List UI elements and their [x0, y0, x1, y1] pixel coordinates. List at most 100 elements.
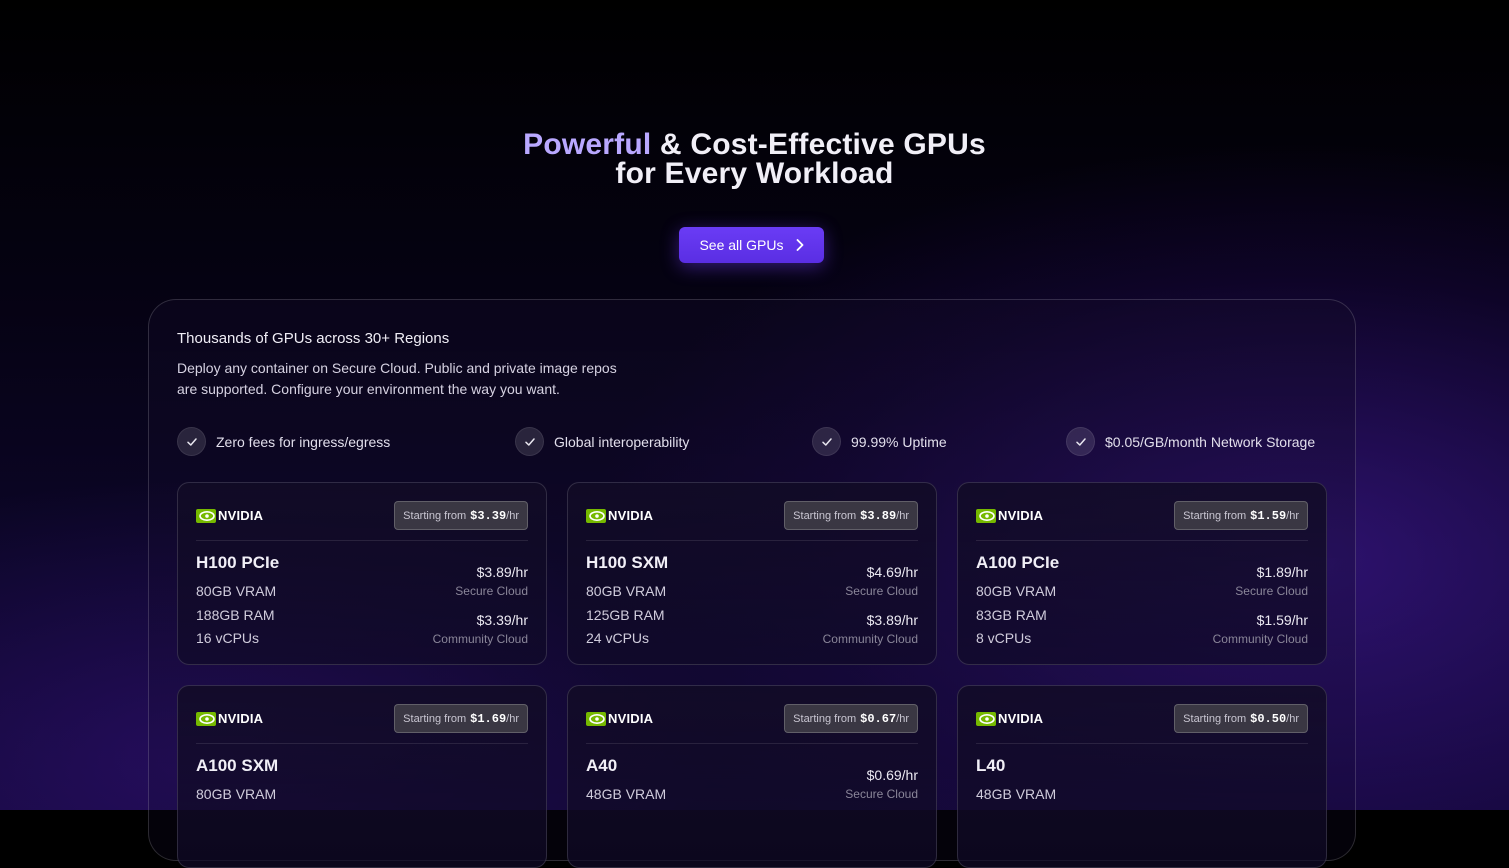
secure-cloud-price: $4.69/hr — [866, 564, 918, 580]
starting-price-badge: Starting from $1.59/hr — [1174, 501, 1308, 530]
gpu-panel: Thousands of GPUs across 30+ Regions Dep… — [148, 299, 1356, 868]
starting-price: $0.50 — [1250, 711, 1287, 726]
gpu-vcpus: 8 vCPUs — [976, 630, 1032, 646]
nvidia-logo: NVIDIA — [976, 711, 1043, 726]
card-divider — [976, 743, 1308, 744]
gpu-vram: 80GB VRAM — [976, 583, 1057, 599]
feature-item: 99.99% Uptime — [812, 427, 947, 456]
gpu-name: A100 PCIe — [976, 553, 1060, 572]
feature-label: $0.05/GB/month Network Storage — [1105, 433, 1316, 450]
nvidia-wordmark: NVIDIA — [998, 711, 1044, 726]
nvidia-wordmark: NVIDIA — [218, 711, 264, 726]
community-cloud-label: Community Cloud — [1212, 632, 1308, 646]
starting-price: $1.69 — [470, 711, 507, 726]
feature-label: Zero fees for ingress/egress — [216, 433, 391, 450]
community-cloud-label: Community Cloud — [432, 632, 528, 646]
starting-price-badge: Starting from $3.39/hr — [394, 501, 528, 530]
gpu-vcpus: 16 vCPUs — [196, 630, 260, 646]
gpu-card-a40[interactable]: NVIDIA Starting from $0.67/hr A40 48GB V… — [567, 685, 937, 868]
nvidia-eye-icon — [586, 508, 606, 523]
gpu-card-a100-pcie[interactable]: NVIDIA Starting from $1.59/hr A100 PCIe … — [957, 482, 1327, 665]
nvidia-logo: NVIDIA — [586, 711, 653, 726]
check-icon — [812, 427, 841, 456]
starting-price: $0.67 — [860, 711, 897, 726]
gpu-name: H100 PCIe — [196, 553, 280, 572]
panel-description: Deploy any container on Secure Cloud. Pu… — [177, 358, 667, 400]
per-hr-label: /hr — [1286, 712, 1299, 725]
starting-from-label: Starting from — [403, 712, 467, 725]
gpu-vram: 80GB VRAM — [196, 786, 277, 802]
secure-cloud-price: $0.69/hr — [866, 767, 918, 783]
nvidia-logo: NVIDIA — [976, 508, 1043, 523]
nvidia-eye-icon — [196, 508, 216, 523]
feature-item: Zero fees for ingress/egress — [177, 427, 390, 456]
hero-section: Powerful & Cost-Effective GPUs for Every… — [0, 130, 1509, 189]
nvidia-logo: NVIDIA — [586, 508, 653, 523]
secure-cloud-label: Secure Cloud — [845, 787, 918, 801]
card-divider — [586, 743, 918, 744]
feature-label: Global interoperability — [554, 433, 690, 450]
nvidia-wordmark: NVIDIA — [998, 508, 1044, 523]
card-divider — [196, 743, 528, 744]
starting-from-label: Starting from — [403, 509, 467, 522]
starting-from-label: Starting from — [793, 509, 857, 522]
card-divider — [586, 540, 918, 541]
starting-from-label: Starting from — [1183, 712, 1247, 725]
check-icon — [1066, 427, 1095, 456]
per-hr-label: /hr — [896, 509, 909, 522]
starting-price-badge: Starting from $3.89/hr — [784, 501, 918, 530]
feature-label: 99.99% Uptime — [851, 433, 947, 450]
secure-cloud-price: $3.89/hr — [476, 564, 528, 580]
feature-item: $0.05/GB/month Network Storage — [1066, 427, 1315, 456]
per-hr-label: /hr — [506, 509, 519, 522]
feature-item: Global interoperability — [515, 427, 689, 456]
chevron-right-icon — [796, 239, 803, 251]
secure-cloud-label: Secure Cloud — [1235, 584, 1308, 598]
nvidia-eye-icon — [976, 508, 996, 523]
check-icon — [515, 427, 544, 456]
gpu-card-l40[interactable]: NVIDIA Starting from $0.50/hr L40 48GB V… — [957, 685, 1327, 868]
starting-from-label: Starting from — [793, 712, 857, 725]
see-all-gpus-label: See all GPUs — [699, 237, 784, 253]
community-cloud-price: $1.59/hr — [1256, 612, 1308, 628]
gpu-card-h100-sxm[interactable]: NVIDIA Starting from $3.89/hr H100 SXM 8… — [567, 482, 937, 665]
community-cloud-label: Community Cloud — [822, 632, 918, 646]
page-title: Powerful & Cost-Effective GPUs for Every… — [0, 130, 1509, 189]
gpu-name: A40 — [586, 756, 618, 775]
gpu-vram: 80GB VRAM — [196, 583, 277, 599]
nvidia-logo: NVIDIA — [196, 508, 263, 523]
starting-price-badge: Starting from $0.67/hr — [784, 704, 918, 733]
nvidia-logo: NVIDIA — [196, 711, 263, 726]
starting-price: $3.89 — [860, 508, 897, 523]
gpu-name: A100 SXM — [196, 756, 279, 775]
gpu-ram: 83GB RAM — [976, 607, 1047, 623]
starting-price: $1.59 — [1250, 508, 1287, 523]
gpu-ram: 188GB RAM — [196, 607, 275, 623]
gpu-card-h100-pcie[interactable]: NVIDIA Starting from $3.39/hr H100 PCIe … — [177, 482, 547, 665]
nvidia-wordmark: NVIDIA — [608, 508, 654, 523]
gpu-vcpus: 24 vCPUs — [586, 630, 650, 646]
per-hr-label: /hr — [896, 712, 909, 725]
panel-title: Thousands of GPUs across 30+ Regions — [177, 330, 450, 347]
starting-price-badge: Starting from $1.69/hr — [394, 704, 528, 733]
starting-from-label: Starting from — [1183, 509, 1247, 522]
see-all-gpus-button[interactable]: See all GPUs — [679, 227, 824, 263]
nvidia-eye-icon — [196, 711, 216, 726]
nvidia-wordmark: NVIDIA — [608, 711, 654, 726]
secure-cloud-label: Secure Cloud — [455, 584, 528, 598]
gpu-name: L40 — [976, 756, 1006, 775]
gpu-vram: 80GB VRAM — [586, 583, 667, 599]
check-icon — [177, 427, 206, 456]
gpu-vram: 48GB VRAM — [586, 786, 667, 802]
starting-price: $3.39 — [470, 508, 507, 523]
card-divider — [196, 540, 528, 541]
gpu-name: H100 SXM — [586, 553, 669, 572]
gpu-vram: 48GB VRAM — [976, 786, 1057, 802]
community-cloud-price: $3.89/hr — [866, 612, 918, 628]
community-cloud-price: $3.39/hr — [476, 612, 528, 628]
card-divider — [976, 540, 1308, 541]
gpu-card-a100-sxm[interactable]: NVIDIA Starting from $1.69/hr A100 SXM 8… — [177, 685, 547, 868]
nvidia-eye-icon — [586, 711, 606, 726]
nvidia-wordmark: NVIDIA — [218, 508, 264, 523]
per-hr-label: /hr — [506, 712, 519, 725]
